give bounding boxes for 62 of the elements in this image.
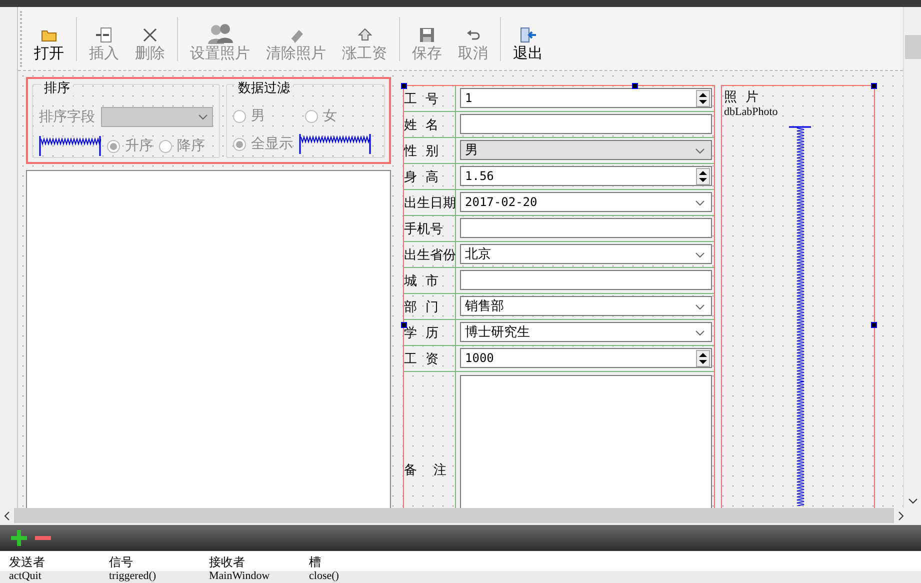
field-label: 学 历 xyxy=(404,320,456,346)
input-field[interactable] xyxy=(460,218,712,238)
image-label: dbLabPhoto xyxy=(724,106,778,118)
table-cell-text: actQuit xyxy=(8,570,42,583)
field-label: 城 市 xyxy=(404,268,456,294)
table-cell-text: close() xyxy=(308,570,340,583)
spin-arrows-icon[interactable] xyxy=(696,350,710,367)
group-title: 排序 xyxy=(41,79,73,98)
field-label: 工 号 xyxy=(404,86,456,112)
chevron-down-icon xyxy=(695,148,705,154)
selection-handle[interactable] xyxy=(401,83,407,90)
column-header[interactable]: 接收者 xyxy=(200,554,300,571)
input-field[interactable] xyxy=(460,114,712,134)
field-label: 排序字段 xyxy=(39,108,95,126)
spin-arrows-icon[interactable] xyxy=(696,168,710,185)
field-label: 手机号 xyxy=(404,216,456,242)
dropdown[interactable]: 销售部 xyxy=(460,296,712,316)
chevron-down-icon[interactable] xyxy=(908,498,918,504)
input-field[interactable] xyxy=(460,270,712,290)
table-cell-text: triggered() xyxy=(108,570,158,583)
spin-box[interactable]: 1.56 xyxy=(460,166,712,186)
dropdown[interactable]: 男 xyxy=(460,140,712,160)
chevron-down-icon xyxy=(198,114,208,120)
selection-handle[interactable] xyxy=(871,83,877,90)
spin-box[interactable]: 1000 xyxy=(460,348,712,368)
scroll-thumb[interactable] xyxy=(904,35,920,60)
field-label: 出生省份 xyxy=(404,242,456,268)
chevron-down-icon xyxy=(695,304,705,310)
selection-handle[interactable] xyxy=(871,322,877,328)
spin-arrows-icon[interactable] xyxy=(696,90,710,107)
save-icon xyxy=(418,26,436,44)
chevron-down-icon xyxy=(695,252,705,258)
add-icon[interactable] xyxy=(10,528,28,547)
group-title: 数据过滤 xyxy=(235,79,293,98)
chevron-down-icon xyxy=(695,200,705,206)
selection-handle[interactable] xyxy=(401,322,407,328)
field-label: 姓 名 xyxy=(404,112,456,138)
toolbar-button[interactable]: 打开 xyxy=(26,11,72,68)
exit-door-icon xyxy=(519,26,537,44)
field-label: 部 门 xyxy=(404,294,456,320)
people-icon xyxy=(207,22,233,44)
field-label: 工 资 xyxy=(404,346,456,372)
spacer-drawing xyxy=(299,133,371,156)
table-cell-text: MainWindow xyxy=(208,570,271,583)
dropdown[interactable]: 博士研究生 xyxy=(460,322,712,342)
column-header[interactable]: 发送者 xyxy=(0,554,100,571)
photo-label: 照 片 xyxy=(724,89,758,106)
selection-handle[interactable] xyxy=(632,83,638,90)
insert-row-icon xyxy=(95,26,113,44)
column-header[interactable]: 信号 xyxy=(100,554,200,571)
field-label: 身 高 xyxy=(404,164,456,190)
spin-box[interactable]: 1 xyxy=(460,88,712,108)
toolbar-button[interactable]: 退出 xyxy=(505,11,551,68)
vertical-scrollbar[interactable] xyxy=(903,7,921,508)
column-header[interactable]: 槽 xyxy=(300,554,400,571)
spacer-drawing xyxy=(39,135,101,158)
date-field[interactable]: 2017-02-20 xyxy=(460,192,712,212)
cross-icon xyxy=(141,26,159,44)
dropdown[interactable]: 北京 xyxy=(460,244,712,264)
field-label: 性 别 xyxy=(404,138,456,164)
chevron-down-icon xyxy=(695,330,705,336)
field-label: 出生日期 xyxy=(404,190,456,216)
